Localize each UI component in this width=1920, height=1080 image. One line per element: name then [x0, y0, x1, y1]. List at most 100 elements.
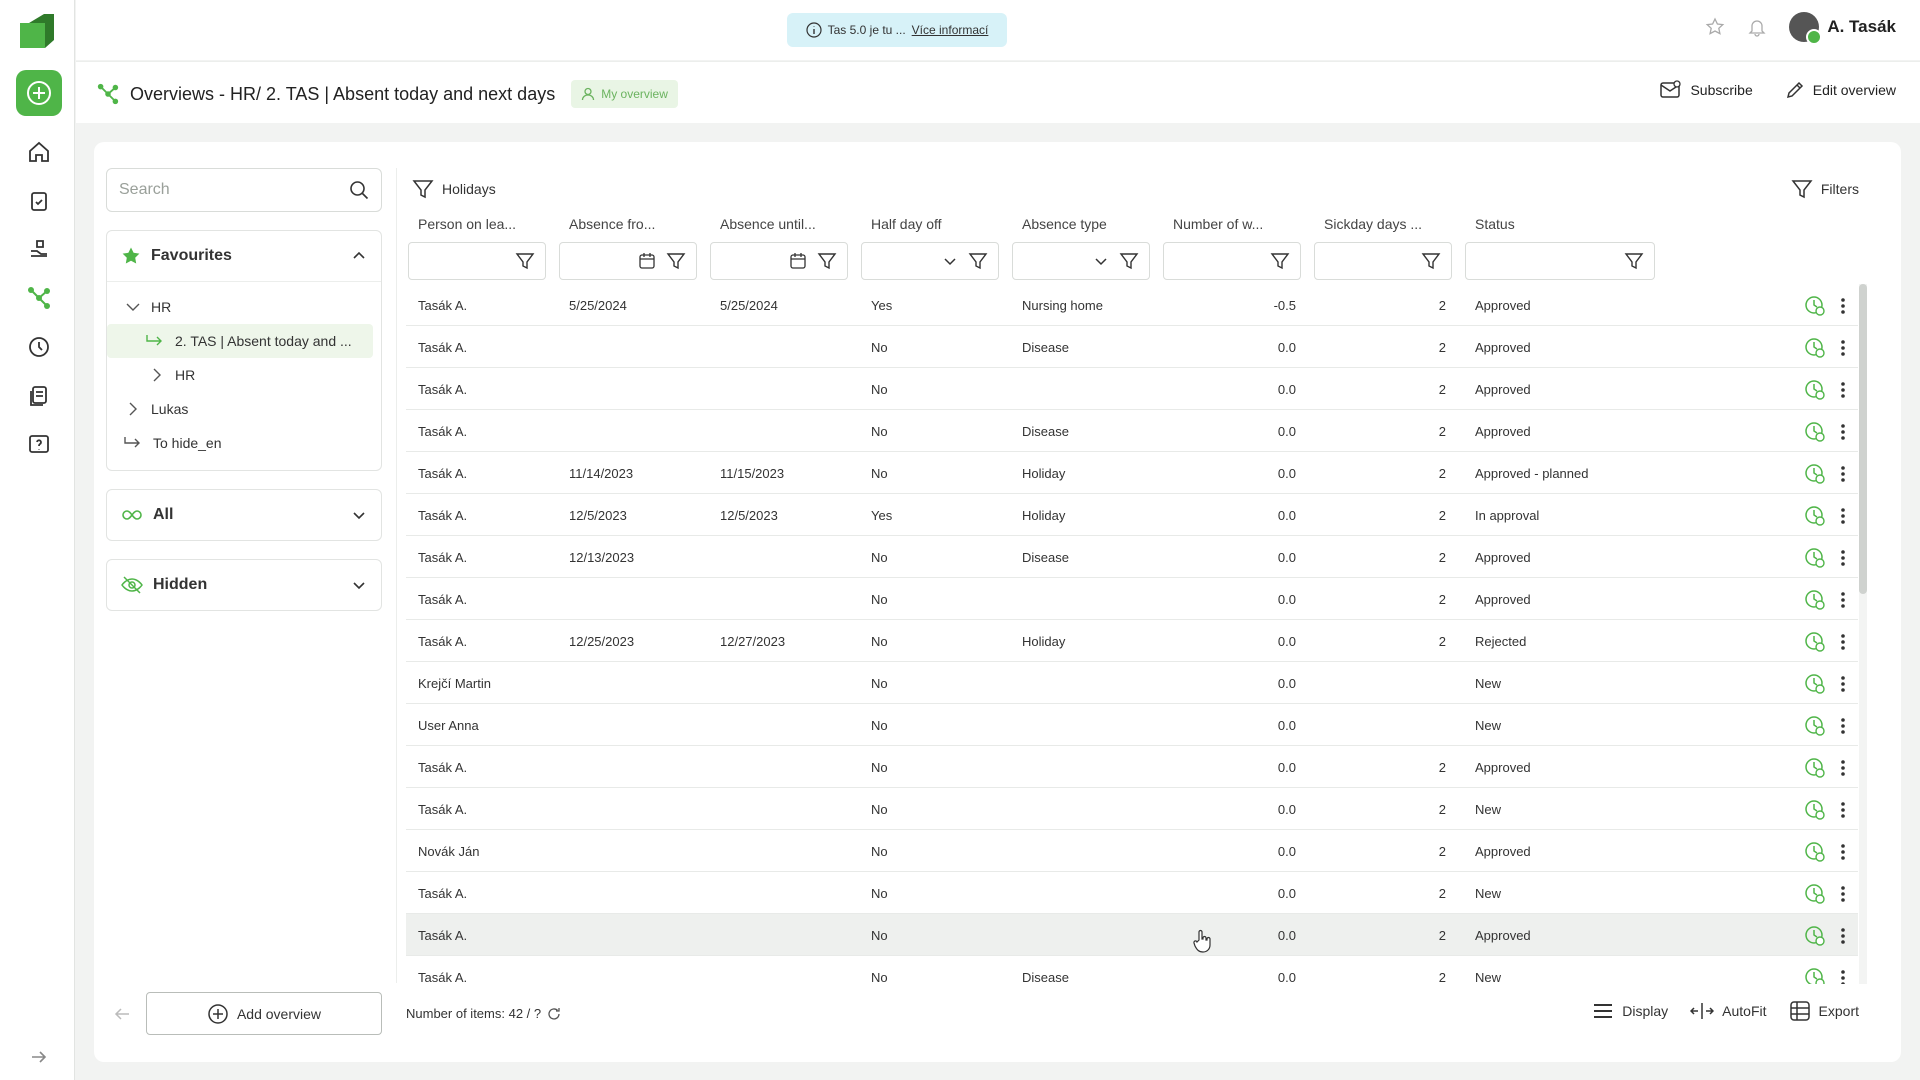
chevron-down-icon[interactable] [351, 507, 367, 523]
table-row[interactable]: Tasák A. No 0.0 2 New [406, 788, 1858, 830]
table-row[interactable]: Tasák A. 12/5/2023 12/5/2023 Yes Holiday 0.0 2… [406, 494, 1858, 536]
table-row[interactable]: Tasák A. No 0.0 2 Approved [406, 914, 1858, 956]
refresh-icon[interactable] [547, 1007, 561, 1021]
autofit-button[interactable]: AutoFit [1690, 1000, 1767, 1022]
row-status-icon[interactable] [1804, 295, 1826, 317]
row-status-icon[interactable] [1804, 421, 1826, 443]
expand-arrow-icon[interactable] [24, 1042, 54, 1072]
column-header[interactable]: Absence fro... [569, 216, 655, 232]
table-row[interactable]: Novák Ján No 0.0 2 Approved [406, 830, 1858, 872]
table-row[interactable]: Tasák A. 11/14/2023 11/15/2023 No Holiday 0.0… [406, 452, 1858, 494]
add-overview-button[interactable]: Add overview [146, 992, 382, 1035]
table-row[interactable]: Tasák A. No 0.0 2 Approved [406, 746, 1858, 788]
column-header[interactable]: Absence type [1022, 216, 1107, 232]
tree-item-hr-sub[interactable]: HR [107, 358, 381, 392]
row-status-icon[interactable] [1804, 925, 1826, 947]
filter-field[interactable] [1012, 242, 1150, 280]
row-status-icon[interactable] [1804, 757, 1826, 779]
filter-field[interactable] [861, 242, 999, 280]
favourites-header[interactable]: Favourites [107, 231, 381, 281]
table-row[interactable]: User Anna No 0.0 New [406, 704, 1858, 746]
tree-item-lukas[interactable]: Lukas [107, 392, 381, 426]
row-menu-icon[interactable] [1838, 631, 1848, 653]
filter-field[interactable] [408, 242, 546, 280]
row-menu-icon[interactable] [1838, 337, 1848, 359]
row-status-icon[interactable] [1804, 589, 1826, 611]
star-icon[interactable] [1705, 17, 1725, 37]
chevron-right-icon[interactable] [125, 401, 141, 417]
filter-icon[interactable] [1119, 251, 1139, 271]
chevron-down-icon[interactable] [942, 253, 958, 269]
table-row[interactable]: Tasák A. No Disease 0.0 2 Approved [406, 326, 1858, 368]
row-status-icon[interactable] [1804, 547, 1826, 569]
chevron-down-icon[interactable] [125, 299, 141, 315]
bell-icon[interactable] [1747, 17, 1767, 37]
calendar-icon[interactable] [638, 252, 656, 270]
filter-icon[interactable] [817, 251, 837, 271]
table-row[interactable]: Tasák A. No 0.0 2 New [406, 872, 1858, 914]
row-status-icon[interactable] [1804, 505, 1826, 527]
tree-item-absent-today[interactable]: 2. TAS | Absent today and ... [107, 324, 373, 358]
tasks-icon[interactable] [24, 186, 54, 216]
column-header[interactable]: Number of w... [1173, 216, 1263, 232]
filter-field[interactable] [1314, 242, 1452, 280]
filter-icon[interactable] [1421, 251, 1441, 271]
row-menu-icon[interactable] [1838, 295, 1848, 317]
row-menu-icon[interactable] [1838, 463, 1848, 485]
row-menu-icon[interactable] [1838, 883, 1848, 905]
chevron-right-icon[interactable] [149, 367, 165, 383]
filter-field[interactable] [1465, 242, 1655, 280]
row-status-icon[interactable] [1804, 379, 1826, 401]
tree-item-to-hide[interactable]: To hide_en [107, 426, 381, 460]
filter-icon[interactable] [515, 251, 535, 271]
display-button[interactable]: Display [1592, 1000, 1668, 1022]
back-arrow-icon[interactable] [112, 1004, 132, 1024]
info-link[interactable]: Více informací [912, 23, 989, 37]
row-menu-icon[interactable] [1838, 673, 1848, 695]
row-menu-icon[interactable] [1838, 799, 1848, 821]
table-row[interactable]: Tasák A. No 0.0 2 Approved [406, 368, 1858, 410]
search-icon[interactable] [349, 180, 369, 200]
row-status-icon[interactable] [1804, 337, 1826, 359]
row-status-icon[interactable] [1804, 967, 1826, 984]
create-button[interactable] [16, 70, 62, 116]
table-row[interactable]: Tasák A. 12/13/2023 No Disease 0.0 2 Approved [406, 536, 1858, 578]
chevron-up-icon[interactable] [351, 248, 367, 264]
filters-button[interactable]: Filters [1791, 178, 1859, 200]
my-overview-badge[interactable]: My overview [571, 80, 678, 108]
edit-overview-button[interactable]: Edit overview [1785, 80, 1896, 100]
table-row[interactable]: Tasák A. 12/25/2023 12/27/2023 No Holiday 0.0… [406, 620, 1858, 662]
row-menu-icon[interactable] [1838, 421, 1848, 443]
table-row[interactable]: Tasák A. No Disease 0.0 2 Approved [406, 410, 1858, 452]
row-menu-icon[interactable] [1838, 757, 1848, 779]
row-status-icon[interactable] [1804, 841, 1826, 863]
vertical-scrollbar[interactable] [1859, 284, 1867, 984]
calendar-icon[interactable] [789, 252, 807, 270]
filter-icon[interactable] [1270, 251, 1290, 271]
table-row[interactable]: Tasák A. 5/25/2024 5/25/2024 Yes Nursing hom… [406, 284, 1858, 326]
hidden-header[interactable]: Hidden [107, 560, 381, 610]
home-icon[interactable] [24, 137, 54, 167]
chevron-down-icon[interactable] [351, 577, 367, 593]
column-header[interactable]: Half day off [871, 216, 942, 232]
filter-icon[interactable] [666, 251, 686, 271]
row-menu-icon[interactable] [1838, 505, 1848, 527]
row-menu-icon[interactable] [1838, 715, 1848, 737]
column-header[interactable]: Status [1475, 216, 1515, 232]
row-menu-icon[interactable] [1838, 967, 1848, 984]
table-row[interactable]: Krejčí Martin No 0.0 New [406, 662, 1858, 704]
row-status-icon[interactable] [1804, 631, 1826, 653]
tree-item-hr[interactable]: HR [107, 290, 381, 324]
hand-icon[interactable] [24, 234, 54, 264]
column-header[interactable]: Person on lea... [418, 216, 516, 232]
filter-icon[interactable] [968, 251, 988, 271]
clock-icon[interactable] [24, 332, 54, 362]
filter-icon[interactable] [1624, 251, 1644, 271]
chevron-down-icon[interactable] [1093, 253, 1109, 269]
row-menu-icon[interactable] [1838, 379, 1848, 401]
filter-field[interactable] [1163, 242, 1301, 280]
export-button[interactable]: Export [1789, 1000, 1859, 1022]
holidays-filter[interactable]: Holidays [412, 178, 496, 200]
user-menu[interactable]: A. Tasák [1789, 12, 1896, 45]
all-header[interactable]: All [107, 490, 381, 540]
